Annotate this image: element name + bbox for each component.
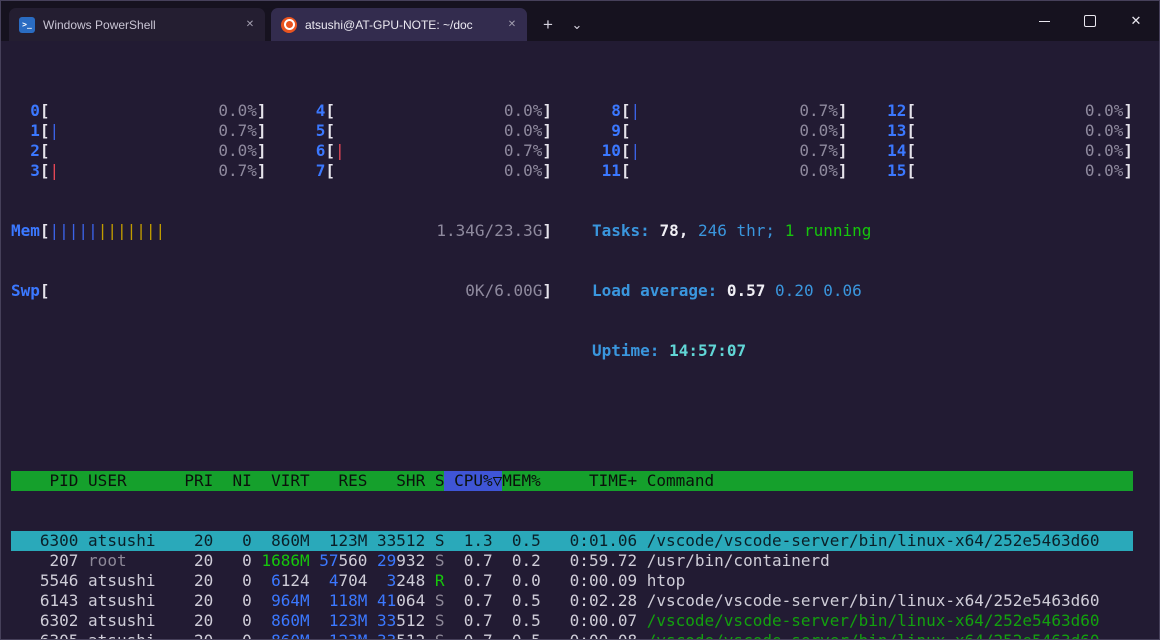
powershell-icon-glyph: >_ <box>22 20 32 29</box>
col-time[interactable]: TIME+ <box>541 471 637 491</box>
window-controls: ✕ <box>1021 1 1159 41</box>
new-tab-button[interactable]: + <box>533 8 563 41</box>
tab-title-powershell: Windows PowerShell <box>43 18 241 32</box>
sort-arrow-icon: ▽ <box>493 471 503 491</box>
minimize-button[interactable] <box>1021 1 1067 41</box>
swap-meter: Swp[0K/6.00G] <box>11 281 552 301</box>
cpu-meter-3: 3[|0.7%] <box>11 161 267 181</box>
cpu-grid-left: 0[0.0%] 4[0.0%] 1[|0.7%] 5[0.0%] 2[0.0%] 6[|0… <box>11 101 552 181</box>
process-table-header[interactable]: PID USER PRI NI VIRT RES SHR S CPU% ▽ ME… <box>11 471 1133 491</box>
uptime: Uptime: 14:57:07 <box>592 341 1133 361</box>
cpu-meter-8: 8[|0.7%] <box>592 101 848 121</box>
cpu-meter-9: 9[0.0%] <box>592 121 848 141</box>
mem-value: 1.34G/23.3G <box>436 221 542 241</box>
col-cpu-sorted[interactable]: CPU% <box>444 471 492 491</box>
mem-meter: Mem[|||||||||||| 1.34G/23.3G] <box>11 221 552 241</box>
minimize-icon <box>1039 21 1050 22</box>
process-row-6302[interactable]: 6302atsushi200860M123M33512S0.70.50:00.0… <box>11 611 1133 631</box>
tasks-label: Tasks: <box>592 221 650 240</box>
meters-left-half: 0[0.0%] 4[0.0%] 1[|0.7%] 5[0.0%] 2[0.0%] 6[|0… <box>11 61 552 401</box>
cpu-meter-7: 7[0.0%] <box>297 161 553 181</box>
cpu-meter-10: 10[|0.7%] <box>592 141 848 161</box>
tab-close-icon[interactable]: ✕ <box>241 19 259 30</box>
tab-title-wsl: atsushi@AT-GPU-NOTE: ~/doc <box>305 18 503 32</box>
titlebar[interactable]: >_ Windows PowerShell ✕ atsushi@AT-GPU-N… <box>1 1 1159 41</box>
process-list: 6300atsushi200860M123M33512S1.30.50:01.0… <box>11 531 1133 639</box>
meter-close-bracket: ] <box>542 221 552 241</box>
load-1min: 0.57 <box>727 281 766 300</box>
meter-open-bracket: [ <box>40 221 50 241</box>
mem-ticks: |||||||||||| <box>50 221 166 241</box>
tasks-running: 1 running <box>785 221 872 240</box>
cpu-meter-4: 4[0.0%] <box>297 101 553 121</box>
cpu-meter-14: 14[0.0%] <box>878 141 1134 161</box>
maximize-icon <box>1084 15 1096 27</box>
col-command[interactable]: Command <box>637 471 1133 491</box>
col-res[interactable]: RES <box>310 471 368 491</box>
col-pri[interactable]: PRI <box>175 471 214 491</box>
process-row-207[interactable]: 207root2001686M5756029932S0.70.20:59.72/… <box>11 551 1133 571</box>
load-label: Load average: <box>592 281 717 300</box>
process-table: PID USER PRI NI VIRT RES SHR S CPU% ▽ ME… <box>11 431 1133 639</box>
cpu-grid-right: 8[|0.7%] 12[0.0%] 9[0.0%] 13[0.0%] 10[|0.7%]… <box>592 101 1133 181</box>
close-button[interactable]: ✕ <box>1113 1 1159 41</box>
tab-close-icon[interactable]: ✕ <box>503 19 521 30</box>
mem-label: Mem <box>11 221 40 241</box>
cpu-meter-13: 13[0.0%] <box>878 121 1134 141</box>
tab-wsl-active[interactable]: atsushi@AT-GPU-NOTE: ~/doc ✕ <box>271 8 527 41</box>
load-5min: 0.20 <box>775 281 814 300</box>
cpu-meter-6: 6[|0.7%] <box>297 141 553 161</box>
uptime-label: Uptime: <box>592 341 659 360</box>
col-user[interactable]: USER <box>78 471 174 491</box>
cpu-meter-2: 2[0.0%] <box>11 141 267 161</box>
process-row-6300[interactable]: 6300atsushi200860M123M33512S1.30.50:01.0… <box>11 531 1133 551</box>
load-15min: 0.06 <box>823 281 862 300</box>
tasks-threads: 246 thr; <box>698 221 775 240</box>
meters-right-half: 8[|0.7%] 12[0.0%] 9[0.0%] 13[0.0%] 10[|0.7%]… <box>592 61 1133 401</box>
cpu-meter-11: 11[0.0%] <box>592 161 848 181</box>
swap-value: 0K/6.00G <box>465 281 542 301</box>
cpu-meter-1: 1[|0.7%] <box>11 121 267 141</box>
process-row-6305[interactable]: 6305atsushi200860M123M33512S0.70.50:00.0… <box>11 631 1133 639</box>
cpu-meter-5: 5[0.0%] <box>297 121 553 141</box>
htop-meters: 0[0.0%] 4[0.0%] 1[|0.7%] 5[0.0%] 2[0.0%] 6[|0… <box>11 61 1133 401</box>
tab-dropdown-chevron-icon[interactable]: ⌄ <box>563 8 591 41</box>
cpu-meter-12: 12[0.0%] <box>878 101 1134 121</box>
cpu-meter-0: 0[0.0%] <box>11 101 267 121</box>
swap-label: Swp <box>11 281 40 301</box>
col-state[interactable]: S <box>425 471 444 491</box>
maximize-button[interactable] <box>1067 1 1113 41</box>
powershell-icon: >_ <box>19 17 35 33</box>
tasks-summary: Tasks: 78, 246 thr; 1 running <box>592 221 1133 241</box>
meter-open-bracket: [ <box>40 281 50 301</box>
col-mem[interactable]: MEM% <box>502 471 541 491</box>
ubuntu-icon <box>281 17 297 33</box>
col-ni[interactable]: NI <box>213 471 252 491</box>
process-row-6143[interactable]: 6143atsushi200964M118M41064S0.70.50:02.2… <box>11 591 1133 611</box>
tasks-count: 78, <box>659 221 688 240</box>
htop-terminal: 0[0.0%] 4[0.0%] 1[|0.7%] 5[0.0%] 2[0.0%] 6[|0… <box>1 41 1159 639</box>
process-row-5546[interactable]: 5546atsushi200612447043248R0.70.00:00.09… <box>11 571 1133 591</box>
uptime-value: 14:57:07 <box>669 341 746 360</box>
tab-powershell[interactable]: >_ Windows PowerShell ✕ <box>9 8 265 41</box>
col-virt[interactable]: VIRT <box>252 471 310 491</box>
terminal-window: >_ Windows PowerShell ✕ atsushi@AT-GPU-N… <box>0 0 1160 640</box>
col-shr[interactable]: SHR <box>367 471 425 491</box>
meter-close-bracket: ] <box>542 281 552 301</box>
col-pid[interactable]: PID <box>11 471 78 491</box>
cpu-meter-15: 15[0.0%] <box>878 161 1134 181</box>
load-average: Load average: 0.57 0.20 0.06 <box>592 281 1133 301</box>
